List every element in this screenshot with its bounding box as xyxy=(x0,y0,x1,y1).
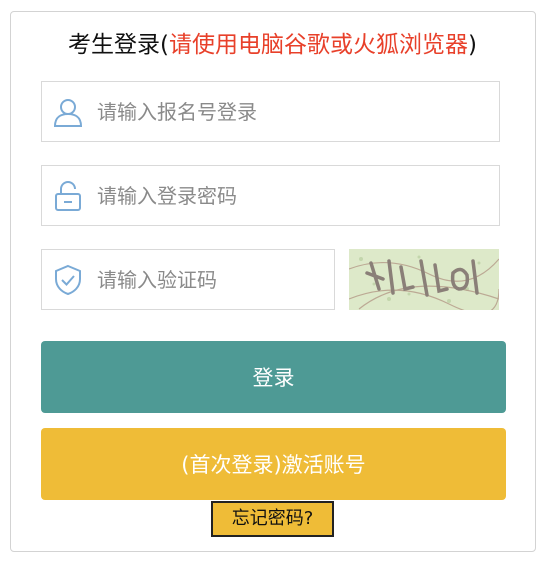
username-input[interactable] xyxy=(97,82,487,141)
browser-note: 请使用电脑谷歌或火狐浏览器 xyxy=(169,32,468,58)
lock-icon xyxy=(55,181,81,211)
user-icon xyxy=(53,99,83,127)
activate-account-button[interactable]: (首次登录)激活账号 xyxy=(41,428,506,500)
captcha-field[interactable] xyxy=(41,249,335,310)
captcha-graphic xyxy=(349,249,499,310)
password-input[interactable] xyxy=(97,166,487,225)
password-field[interactable] xyxy=(41,165,500,226)
username-field[interactable] xyxy=(41,81,500,142)
captcha-input[interactable] xyxy=(97,250,327,309)
page-title: 考生登录(请使用电脑谷歌或火狐浏览器) xyxy=(68,32,477,58)
title-text: 考生登录 xyxy=(68,32,161,58)
shield-check-icon xyxy=(55,264,81,296)
captcha-image[interactable] xyxy=(349,249,499,310)
login-button[interactable]: 登录 xyxy=(41,341,506,413)
forgot-password-link[interactable]: 忘记密码? xyxy=(211,501,334,537)
